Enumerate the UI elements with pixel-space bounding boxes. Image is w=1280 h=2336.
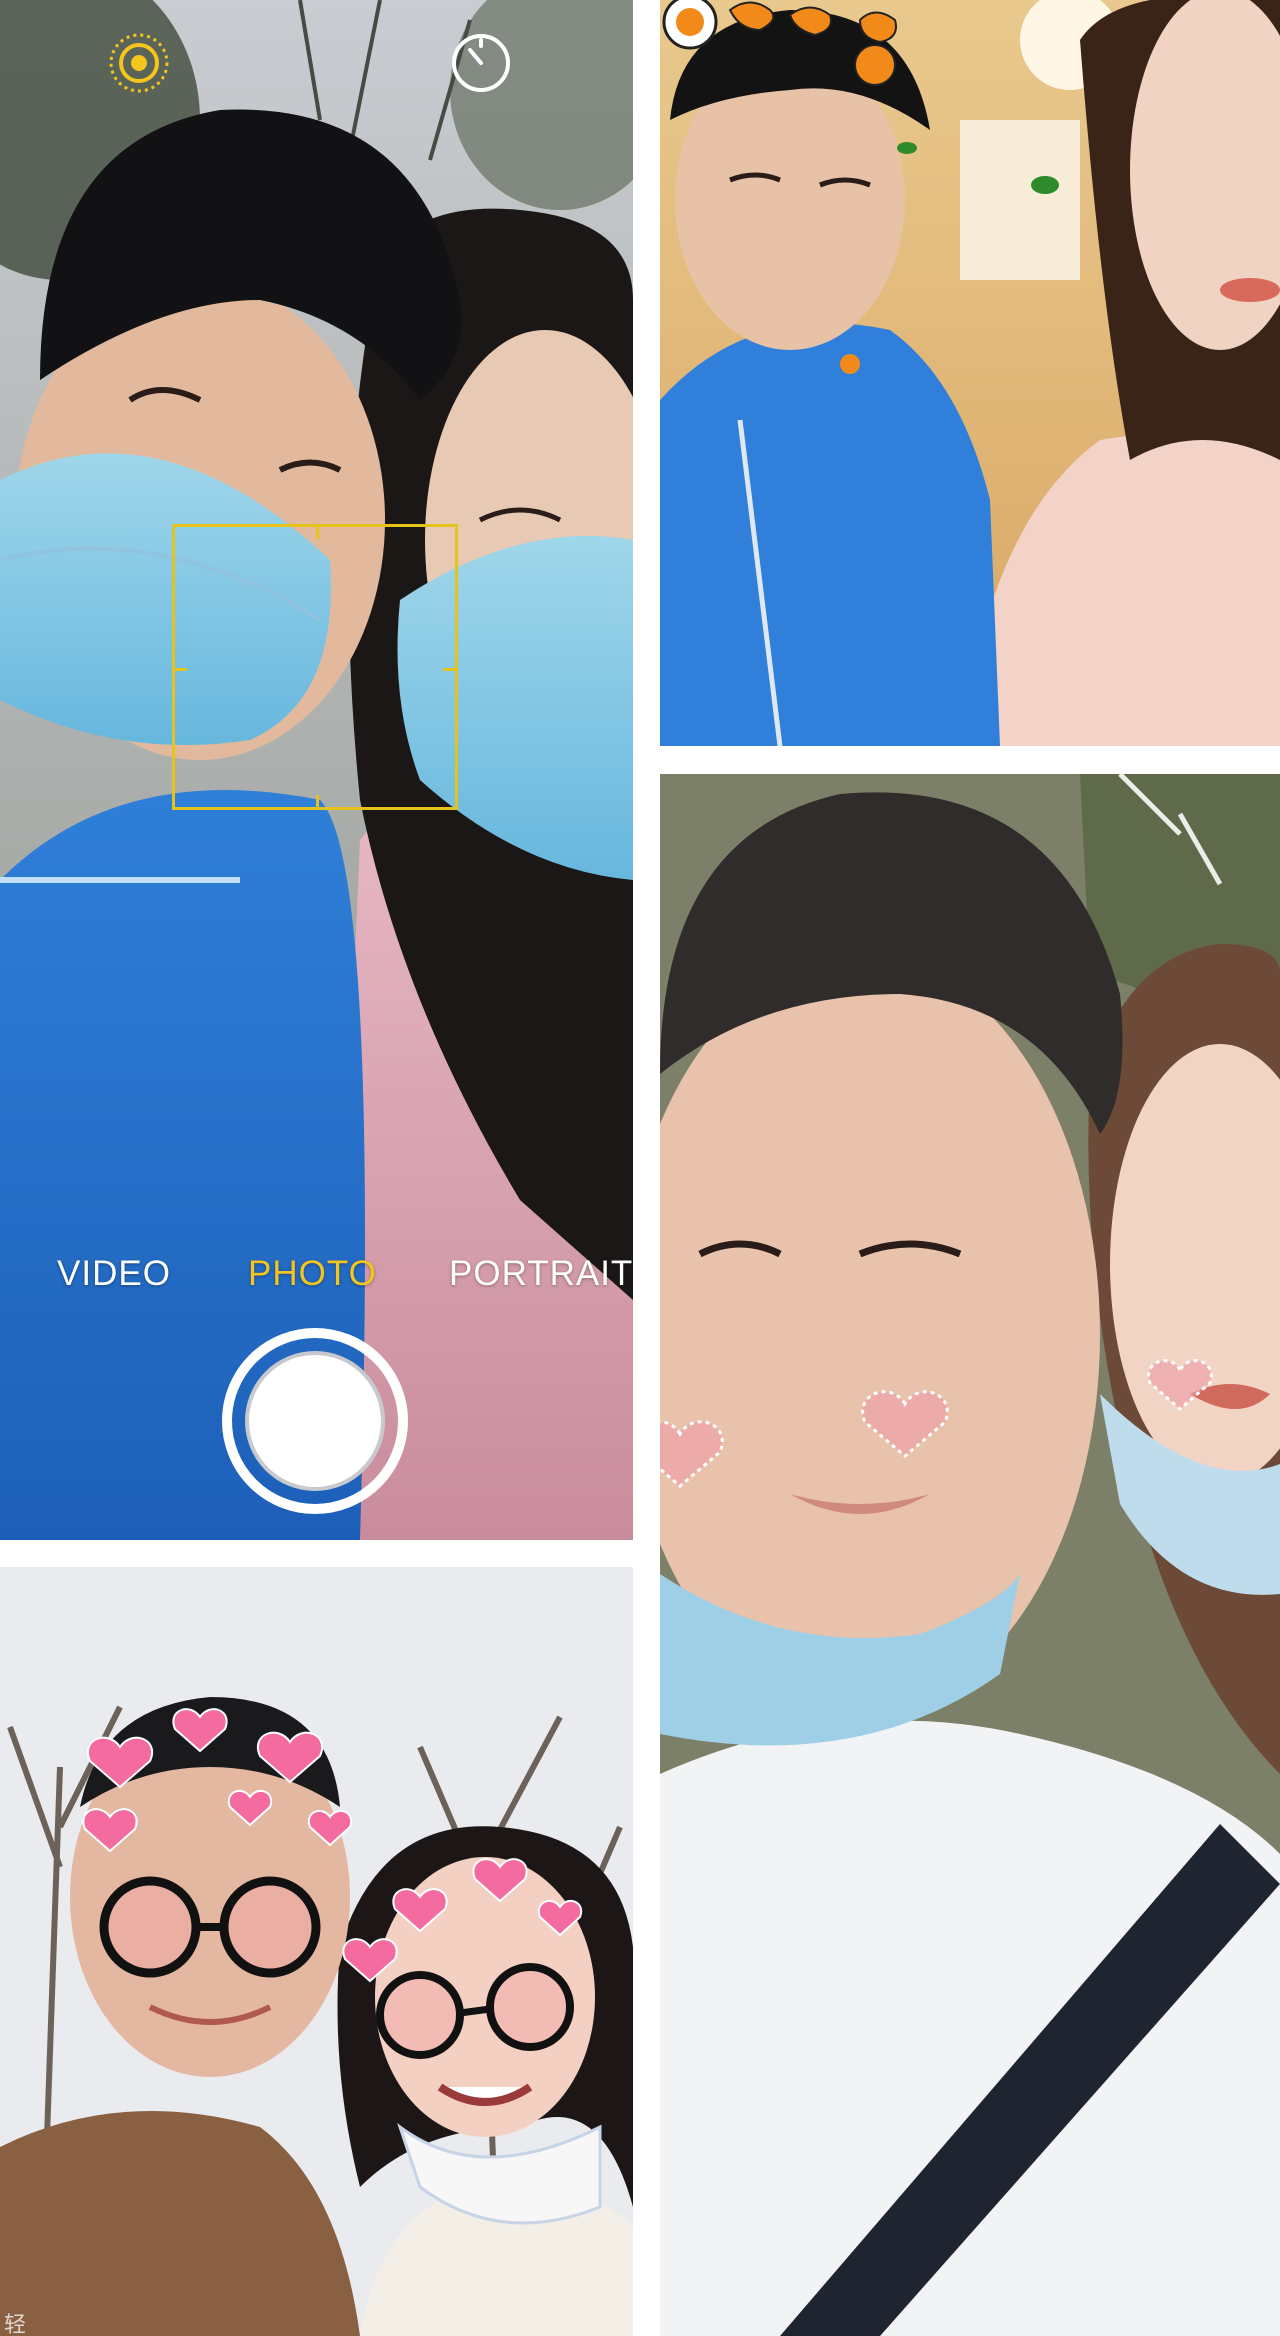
camera-viewfinder-panel: VIDEO PHOTO PORTRAIT [0, 0, 633, 1540]
heart-glasses-filter-selfie-panel: 轻 [0, 1567, 633, 2336]
heart-cheek-filter-selfie-panel [660, 774, 1280, 2336]
focus-tick-left [175, 668, 187, 671]
mode-photo-tab[interactable]: PHOTO [248, 1248, 377, 1300]
camera-mode-bar: VIDEO PHOTO PORTRAIT [0, 1248, 633, 1300]
focus-tick-right [443, 668, 455, 671]
focus-box [172, 524, 458, 810]
shutter-button[interactable] [222, 1328, 408, 1514]
watermark-text: 轻 [4, 2313, 27, 2336]
mode-video-tab[interactable]: VIDEO [57, 1248, 171, 1300]
timer-icon[interactable] [448, 30, 514, 96]
orange-sticker-selfie-panel [660, 0, 1280, 746]
focus-tick-top [316, 527, 319, 539]
shutter-inner-circle [245, 1351, 385, 1491]
live-photo-icon[interactable] [106, 30, 172, 96]
focus-tick-bottom [316, 795, 319, 807]
mode-portrait-tab[interactable]: PORTRAIT [449, 1248, 633, 1300]
heart-glasses-filter-selfie-photo [0, 1567, 633, 2336]
orange-sticker-selfie-photo [660, 0, 1280, 746]
heart-cheek-filter-selfie-photo [660, 774, 1280, 2336]
